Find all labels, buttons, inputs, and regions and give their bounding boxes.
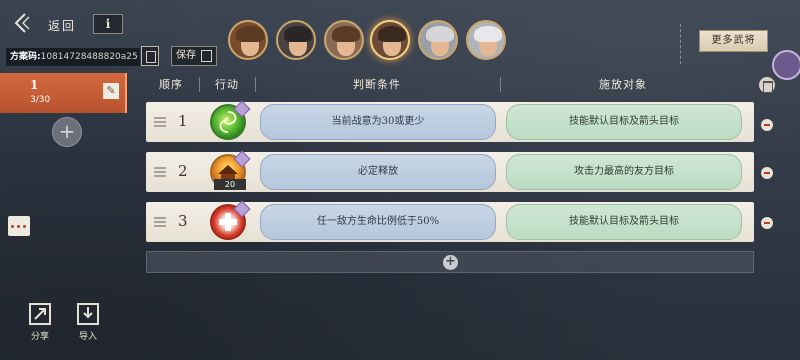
- share-label: 分享: [30, 332, 49, 342]
- portrait-hair: [236, 26, 264, 42]
- header-divider: [255, 77, 256, 92]
- back-button[interactable]: 返回: [48, 17, 76, 34]
- share-button[interactable]: 分享: [22, 303, 58, 343]
- header-action: 行动: [215, 78, 239, 91]
- share-icon: [29, 303, 51, 325]
- back-arrow-icon[interactable]: [12, 12, 32, 34]
- header-order: 顺序: [159, 78, 183, 91]
- general-portrait[interactable]: [466, 20, 506, 60]
- import-label: 导入: [78, 332, 97, 342]
- portrait-hair: [284, 26, 312, 42]
- row-index: 2: [178, 162, 188, 180]
- row-index: 3: [178, 212, 188, 230]
- header-target: 施放对象: [599, 78, 647, 91]
- drag-handle-icon[interactable]: [154, 167, 166, 177]
- import-button[interactable]: 导入: [70, 303, 106, 343]
- portrait-hair: [426, 26, 454, 42]
- portrait-divider: [680, 24, 681, 64]
- general-portrait[interactable]: [324, 20, 364, 60]
- add-row-icon[interactable]: +: [443, 255, 458, 270]
- save-label: 保存: [176, 50, 196, 61]
- header-condition: 判断条件: [353, 78, 401, 91]
- table-row: 2 20 必定释放 攻击力最高的友方目标: [146, 150, 754, 192]
- trash-icon[interactable]: [759, 77, 775, 93]
- more-generals-button[interactable]: 更多武将: [699, 30, 768, 52]
- plan-code-bar: 方案码:10814728488820a25: [6, 48, 140, 66]
- plan-count: 3/30: [30, 95, 51, 105]
- save-button[interactable]: 保存: [171, 46, 217, 66]
- table-row: 3 任一敌方生命比例低于50% 技能默认目标及箭头目标: [146, 200, 754, 242]
- header-divider: [500, 77, 501, 92]
- green-swirl-icon[interactable]: [210, 100, 251, 140]
- header-divider: [199, 77, 200, 92]
- info-button[interactable]: i: [93, 14, 123, 34]
- red-cross-icon[interactable]: [210, 200, 251, 240]
- save-disk-icon: [201, 50, 212, 62]
- golden-palace-icon[interactable]: 20: [210, 150, 251, 190]
- skill-level: 20: [214, 179, 246, 190]
- table-header: 顺序 行动 判断条件 施放对象: [145, 75, 755, 95]
- condition-field[interactable]: 当前战意为30或更少: [260, 104, 496, 140]
- plan-code-label: 方案码:: [10, 52, 41, 62]
- drag-handle-icon[interactable]: [154, 217, 166, 227]
- drag-handle-icon[interactable]: [154, 117, 166, 127]
- table-row: 1 当前战意为30或更少 技能默认目标及箭头目标: [146, 100, 754, 142]
- plan-tab-active[interactable]: 1 3/30 ✎: [0, 73, 127, 113]
- general-portrait[interactable]: [276, 20, 316, 60]
- condition-field[interactable]: 必定释放: [260, 154, 496, 190]
- plan-code-value: 10814728488820a25: [40, 52, 138, 62]
- row-index: 1: [178, 112, 188, 130]
- portrait-hair: [332, 26, 360, 42]
- plan-number: 1: [30, 78, 39, 92]
- copy-code-icon[interactable]: [141, 46, 159, 66]
- general-portrait[interactable]: [228, 20, 268, 60]
- import-icon: [77, 303, 99, 325]
- edit-plan-icon[interactable]: ✎: [103, 83, 119, 99]
- side-panel-toggle[interactable]: [8, 216, 30, 236]
- remove-row-icon[interactable]: [761, 119, 773, 131]
- target-field[interactable]: 技能默认目标及箭头目标: [506, 104, 742, 140]
- add-plan-button[interactable]: +: [52, 117, 82, 147]
- remove-row-icon[interactable]: [761, 217, 773, 229]
- add-row-bar[interactable]: +: [146, 251, 754, 273]
- portrait-hair: [378, 26, 406, 42]
- target-field[interactable]: 攻击力最高的友方目标: [506, 154, 742, 190]
- portrait-hair: [474, 26, 502, 42]
- side-avatar[interactable]: [772, 50, 800, 80]
- remove-row-icon[interactable]: [761, 167, 773, 179]
- target-field[interactable]: 技能默认目标及箭头目标: [506, 204, 742, 240]
- general-portrait[interactable]: [418, 20, 458, 60]
- general-portrait[interactable]: [370, 20, 410, 60]
- condition-field[interactable]: 任一敌方生命比例低于50%: [260, 204, 496, 240]
